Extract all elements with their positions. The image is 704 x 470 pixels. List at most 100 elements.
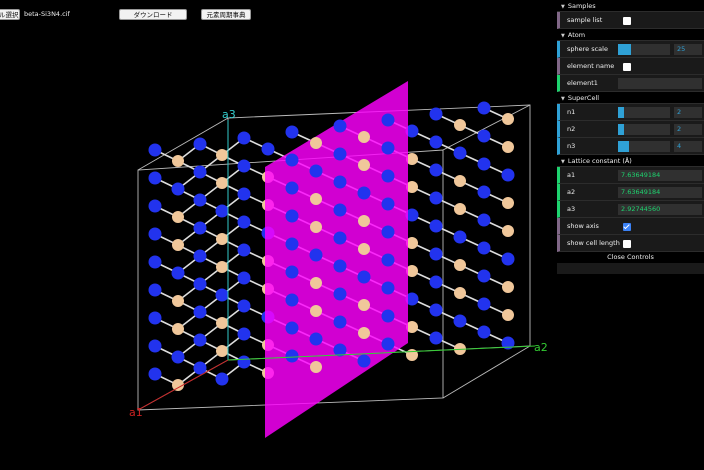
nitrogen-atom [285, 265, 299, 279]
silicon-atom [358, 243, 370, 255]
nitrogen-atom [333, 315, 347, 329]
silicon-atom [502, 309, 514, 321]
periodic-table-button[interactable]: 元素周期事典 [201, 9, 251, 20]
silicon-atom [502, 113, 514, 125]
silicon-atom [454, 119, 466, 131]
sample-list-checkbox[interactable] [623, 17, 631, 25]
a3-input[interactable]: 2.92744560 [618, 204, 702, 215]
close-controls-button[interactable]: Close Controls [557, 252, 704, 263]
nitrogen-atom [285, 293, 299, 307]
n2-slider[interactable] [618, 124, 670, 135]
axis-label-a3: a3 [222, 108, 236, 121]
silicon-atom [310, 221, 322, 233]
show-cell-length-checkbox[interactable] [623, 240, 631, 248]
slider-fill [618, 107, 625, 118]
silicon-atom [216, 317, 228, 329]
silicon-atom [310, 137, 322, 149]
folder-title: Atom [567, 31, 586, 39]
nitrogen-atom [148, 283, 162, 297]
nitrogen-atom [193, 165, 207, 179]
n2-row: n2 2 [557, 121, 704, 138]
silicon-atom [358, 131, 370, 143]
nitrogen-atom [237, 271, 251, 285]
nitrogen-atom [381, 197, 395, 211]
nitrogen-atom [215, 204, 229, 218]
n3-slider[interactable] [618, 141, 670, 152]
show-cell-length-row: show cell length [557, 235, 704, 252]
folder-atom[interactable]: ▼ Atom [557, 29, 704, 41]
nitrogen-atom [237, 355, 251, 369]
nitrogen-atom [381, 281, 395, 295]
silicon-atom [358, 327, 370, 339]
nitrogen-atom [285, 125, 299, 139]
nitrogen-atom [193, 221, 207, 235]
nitrogen-atom [357, 354, 371, 368]
nitrogen-atom [477, 157, 491, 171]
nitrogen-atom [429, 247, 443, 261]
file-select-button[interactable]: ル選択 [0, 9, 20, 20]
nitrogen-atom [381, 169, 395, 183]
n1-label: n1 [567, 108, 576, 116]
nitrogen-atom [148, 367, 162, 381]
folder-title: SuperCell [567, 94, 600, 102]
n1-input[interactable]: 2 [674, 107, 702, 118]
silicon-atom [216, 345, 228, 357]
n1-slider[interactable] [618, 107, 670, 118]
silicon-atom [358, 215, 370, 227]
element1-input[interactable] [618, 78, 702, 89]
silicon-atom [172, 155, 184, 167]
a1-row: a1 7.63649184 [557, 167, 704, 184]
cell-edge [442, 345, 531, 399]
a2-input[interactable]: 7.63649184 [618, 187, 702, 198]
folder-lattice-constant[interactable]: ▼ Lattice constant (Å) [557, 155, 704, 167]
a3-row: a3 2.92744560 [557, 201, 704, 218]
nitrogen-atom [357, 186, 371, 200]
a1-input[interactable]: 7.63649184 [618, 170, 702, 181]
download-button[interactable]: ダウンロード [119, 9, 187, 20]
nitrogen-atom [453, 230, 467, 244]
sphere-scale-input[interactable]: 25 [674, 44, 702, 55]
nitrogen-atom [429, 191, 443, 205]
nitrogen-atom [309, 164, 323, 178]
nitrogen-atom [148, 255, 162, 269]
nitrogen-atom [237, 299, 251, 313]
nitrogen-atom [333, 203, 347, 217]
silicon-atom [216, 149, 228, 161]
nitrogen-atom [477, 241, 491, 255]
silicon-atom [310, 277, 322, 289]
n2-label: n2 [567, 125, 576, 133]
nitrogen-atom [381, 225, 395, 239]
nitrogen-atom [429, 331, 443, 345]
n2-input[interactable]: 2 [674, 124, 702, 135]
nitrogen-atom [333, 119, 347, 133]
a2-row: a2 7.63649184 [557, 184, 704, 201]
silicon-atom [216, 177, 228, 189]
silicon-atom [502, 225, 514, 237]
slider-fill [618, 44, 631, 55]
nitrogen-atom [148, 339, 162, 353]
nitrogen-atom [501, 168, 515, 182]
element1-label: element1 [567, 79, 598, 87]
nitrogen-atom [285, 321, 299, 335]
n3-input[interactable]: 4 [674, 141, 702, 152]
nitrogen-atom [309, 248, 323, 262]
nitrogen-atom [215, 288, 229, 302]
nitrogen-atom [429, 219, 443, 233]
nitrogen-atom [237, 243, 251, 257]
a1-label: a1 [567, 171, 576, 179]
n3-label: n3 [567, 142, 576, 150]
sphere-scale-slider[interactable] [618, 44, 670, 55]
show-axis-label: show axis [567, 222, 599, 230]
element-name-checkbox[interactable] [623, 63, 631, 71]
nitrogen-atom [333, 147, 347, 161]
nitrogen-atom [429, 163, 443, 177]
nitrogen-atom [171, 182, 185, 196]
nitrogen-atom [148, 143, 162, 157]
slider-fill [618, 124, 625, 135]
silicon-atom [502, 197, 514, 209]
nitrogen-atom [477, 297, 491, 311]
folder-samples[interactable]: ▼ Samples [557, 0, 704, 12]
show-axis-checkbox[interactable] [623, 223, 631, 231]
silicon-atom [216, 233, 228, 245]
folder-supercell[interactable]: ▼ SuperCell [557, 92, 704, 104]
